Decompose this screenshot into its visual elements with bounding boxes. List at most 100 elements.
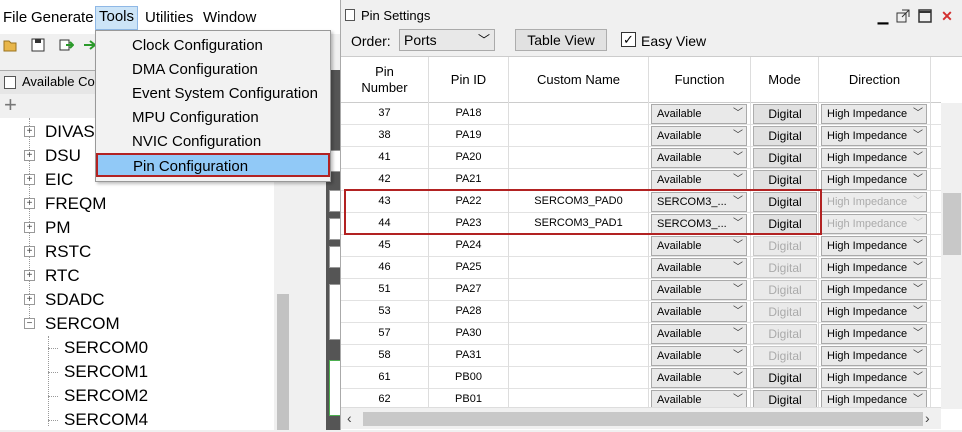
expand-icon[interactable]: + bbox=[24, 246, 35, 257]
expand-icon[interactable]: + bbox=[24, 126, 35, 137]
mode-button[interactable]: Digital bbox=[753, 126, 817, 146]
folder-icon[interactable] bbox=[2, 37, 18, 53]
direction-select[interactable]: High Impedance ﹀ bbox=[821, 126, 927, 146]
menu-item-mpu-configuration[interactable]: MPU Configuration bbox=[97, 106, 329, 130]
expand-icon[interactable]: + bbox=[24, 198, 35, 209]
direction-select[interactable]: High Impedance ﹀ bbox=[821, 302, 927, 322]
menu-item-pin-configuration[interactable]: Pin Configuration bbox=[96, 153, 330, 177]
tree-item-rtc[interactable]: + RTC bbox=[24, 264, 80, 288]
vertical-scrollbar-thumb[interactable] bbox=[943, 193, 961, 255]
menu-item-event-system-configuration[interactable]: Event System Configuration bbox=[97, 82, 329, 106]
direction-select[interactable]: High Impedance ﹀ bbox=[821, 346, 927, 366]
mode-button[interactable]: Digital bbox=[753, 280, 817, 300]
mode-button[interactable]: Digital bbox=[753, 302, 817, 322]
tree-item-sercom0[interactable]: SERCOM0 bbox=[64, 336, 148, 360]
menu-item-clock-configuration[interactable]: Clock Configuration bbox=[97, 34, 329, 58]
table-row[interactable]: 58 PA31 Available ﹀ Digital High Impedance ﹀ bbox=[341, 345, 941, 367]
mode-button[interactable]: Digital bbox=[753, 324, 817, 344]
column-header-direction[interactable]: Direction bbox=[819, 57, 931, 103]
function-select[interactable]: Available ﹀ bbox=[651, 148, 747, 168]
expand-icon[interactable]: + bbox=[24, 270, 35, 281]
column-header-pin-number[interactable]: Pin Number bbox=[341, 57, 429, 103]
cell-custom-name[interactable] bbox=[509, 147, 649, 169]
vertical-scrollbar[interactable] bbox=[941, 103, 962, 409]
function-select[interactable]: Available ﹀ bbox=[651, 280, 747, 300]
table-row[interactable]: 42 PA21 Available ﹀ Digital High Impedance ﹀ bbox=[341, 169, 941, 191]
expand-icon[interactable]: + bbox=[24, 174, 35, 185]
export-icon[interactable] bbox=[58, 37, 74, 53]
save-icon[interactable] bbox=[30, 37, 46, 53]
cell-custom-name[interactable] bbox=[509, 235, 649, 257]
cell-custom-name[interactable] bbox=[509, 323, 649, 345]
tree-scrollbar-thumb[interactable] bbox=[277, 294, 289, 430]
tree-item-divas[interactable]: + DIVAS bbox=[24, 120, 95, 144]
direction-select[interactable]: High Impedance ﹀ bbox=[821, 368, 927, 388]
direction-select[interactable]: High Impedance ﹀ bbox=[821, 236, 927, 256]
cell-custom-name[interactable] bbox=[509, 125, 649, 147]
cell-custom-name[interactable] bbox=[509, 169, 649, 191]
mode-button[interactable]: Digital bbox=[753, 346, 817, 366]
table-view-button[interactable]: Table View bbox=[515, 29, 607, 51]
table-row[interactable]: 61 PB00 Available ﹀ Digital High Impedance ﹀ bbox=[341, 367, 941, 389]
direction-select[interactable]: High Impedance ﹀ bbox=[821, 104, 927, 124]
function-select[interactable]: Available ﹀ bbox=[651, 236, 747, 256]
cell-custom-name[interactable] bbox=[509, 367, 649, 389]
undock-icon[interactable] bbox=[895, 8, 911, 24]
table-row[interactable]: 45 PA24 Available ﹀ Digital High Impedance ﹀ bbox=[341, 235, 941, 257]
table-row[interactable]: 51 PA27 Available ﹀ Digital High Impedance ﹀ bbox=[341, 279, 941, 301]
cell-custom-name[interactable] bbox=[509, 257, 649, 279]
table-row[interactable]: 41 PA20 Available ﹀ Digital High Impedance ﹀ bbox=[341, 147, 941, 169]
direction-select[interactable]: High Impedance ﹀ bbox=[821, 214, 927, 234]
tree-item-rstc[interactable]: + RSTC bbox=[24, 240, 91, 264]
tree-item-pm[interactable]: + PM bbox=[24, 216, 71, 240]
maximize-icon[interactable] bbox=[917, 8, 933, 24]
table-row[interactable]: 53 PA28 Available ﹀ Digital High Impedance ﹀ bbox=[341, 301, 941, 323]
function-select[interactable]: Available ﹀ bbox=[651, 346, 747, 366]
minimize-icon[interactable]: ▁ bbox=[875, 8, 891, 24]
direction-select[interactable]: High Impedance ﹀ bbox=[821, 280, 927, 300]
scroll-left-icon[interactable]: ‹ bbox=[347, 410, 352, 426]
menu-window[interactable]: Window bbox=[200, 8, 259, 28]
cell-custom-name[interactable] bbox=[509, 345, 649, 367]
tree-item-sdadc[interactable]: + SDADC bbox=[24, 288, 105, 312]
cell-custom-name[interactable] bbox=[509, 301, 649, 323]
mode-button[interactable]: Digital bbox=[753, 368, 817, 388]
table-row[interactable]: 46 PA25 Available ﹀ Digital High Impedance ﹀ bbox=[341, 257, 941, 279]
scroll-right-icon[interactable]: › bbox=[925, 410, 930, 426]
expand-icon[interactable]: + bbox=[24, 222, 35, 233]
mode-button[interactable]: Digital bbox=[753, 104, 817, 124]
add-icon[interactable]: + bbox=[4, 94, 17, 116]
function-select[interactable]: Available ﹀ bbox=[651, 126, 747, 146]
function-select[interactable]: Available ﹀ bbox=[651, 302, 747, 322]
menu-utilities[interactable]: Utilities bbox=[142, 8, 196, 28]
tree-item-eic[interactable]: + EIC bbox=[24, 168, 73, 192]
cell-custom-name[interactable] bbox=[509, 103, 649, 125]
tree-item-sercom1[interactable]: SERCOM1 bbox=[64, 360, 148, 384]
table-row[interactable]: 37 PA18 Available ﹀ Digital High Impedance ﹀ bbox=[341, 103, 941, 125]
function-select[interactable]: Available ﹀ bbox=[651, 170, 747, 190]
order-select[interactable]: Ports ﹀ bbox=[399, 29, 495, 51]
column-header-pin-id[interactable]: Pin ID bbox=[429, 57, 509, 103]
tab-available-components[interactable]: Available Co bbox=[0, 70, 100, 94]
collapse-icon[interactable]: − bbox=[24, 318, 35, 329]
cell-custom-name[interactable] bbox=[509, 279, 649, 301]
horizontal-scrollbar[interactable]: ‹ › bbox=[341, 407, 941, 429]
menu-generate[interactable]: Generate bbox=[28, 8, 97, 28]
direction-select[interactable]: High Impedance ﹀ bbox=[821, 192, 927, 212]
function-select[interactable]: Available ﹀ bbox=[651, 324, 747, 344]
mode-button[interactable]: Digital bbox=[753, 170, 817, 190]
horizontal-scrollbar-thumb[interactable] bbox=[363, 412, 923, 426]
function-select[interactable]: Available ﹀ bbox=[651, 104, 747, 124]
function-select[interactable]: Available ﹀ bbox=[651, 258, 747, 278]
menu-item-dma-configuration[interactable]: DMA Configuration bbox=[97, 58, 329, 82]
direction-select[interactable]: High Impedance ﹀ bbox=[821, 324, 927, 344]
tree-item-dsu[interactable]: + DSU bbox=[24, 144, 81, 168]
close-icon[interactable]: ✕ bbox=[939, 8, 955, 24]
expand-icon[interactable]: + bbox=[24, 150, 35, 161]
menu-file[interactable]: File bbox=[0, 8, 30, 28]
column-header-function[interactable]: Function bbox=[649, 57, 751, 103]
expand-icon[interactable]: + bbox=[24, 294, 35, 305]
mode-button[interactable]: Digital bbox=[753, 236, 817, 256]
column-header-custom-name[interactable]: Custom Name bbox=[509, 57, 649, 103]
direction-select[interactable]: High Impedance ﹀ bbox=[821, 170, 927, 190]
